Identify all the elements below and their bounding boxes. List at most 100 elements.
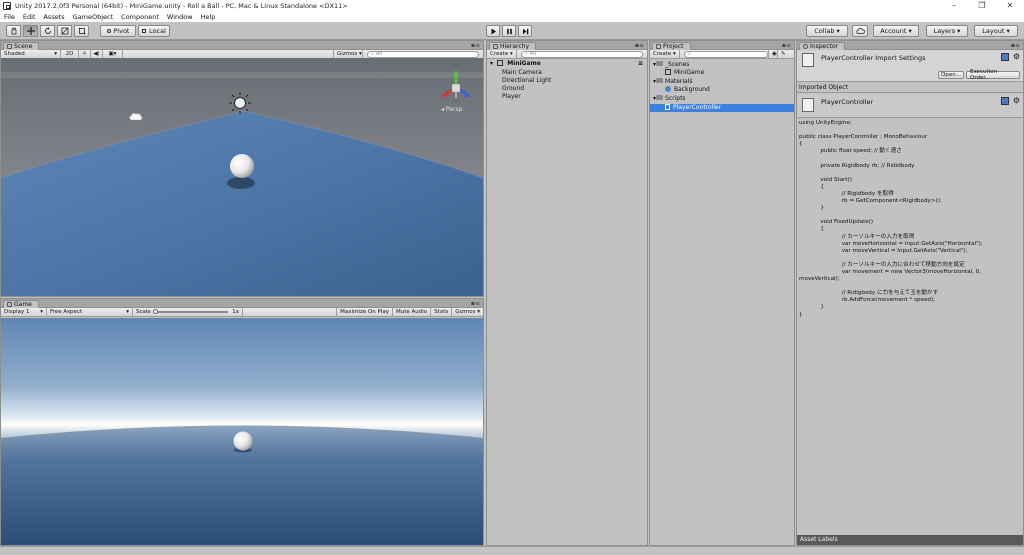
aspect-dropdown[interactable]: Free Aspect ▾	[47, 308, 133, 316]
tab-game[interactable]: Game	[3, 300, 39, 308]
account-button[interactable]: Account ▾	[873, 25, 919, 37]
hierarchy-scene-row[interactable]: ▾ MiniGame ≡	[487, 59, 647, 68]
persp-label[interactable]: ◂ Persp	[441, 106, 462, 113]
maximize-on-play-toggle[interactable]: Maximize On Play	[336, 308, 394, 316]
effects-dropdown[interactable]: ▣▾	[103, 50, 123, 58]
menu-edit[interactable]: Edit	[23, 13, 36, 21]
minimize-button[interactable]: –	[940, 0, 968, 12]
project-item-label: Materials	[665, 78, 693, 85]
scene-menu-icon[interactable]: ≡	[638, 60, 643, 68]
tab-hierarchy[interactable]: Hierarchy	[489, 42, 537, 50]
scene-viewport[interactable]: ◂ Persp	[1, 58, 483, 296]
hierarchy-item[interactable]: Main Camera	[487, 69, 647, 77]
menu-component[interactable]: Component	[121, 13, 159, 21]
imported-object-label: Imported Object	[799, 84, 848, 91]
lighting-toggle[interactable]: ☼	[79, 50, 91, 58]
game-viewport[interactable]	[1, 318, 483, 545]
hierarchy-search-input[interactable]: ⌕ All	[521, 50, 643, 58]
filter-icon: ◉	[772, 51, 777, 57]
expand-arrow-icon[interactable]: ▾	[490, 60, 493, 67]
shading-mode-dropdown[interactable]: Shaded ▾	[1, 50, 61, 58]
pivot-toggle[interactable]: Pivot	[100, 25, 136, 37]
project-file-row[interactable]: MiniGame	[650, 68, 794, 77]
step-button[interactable]	[518, 25, 532, 37]
project-folder-row[interactable]: ▾ Materials	[650, 78, 794, 86]
settings-gear-icon[interactable]: ⚙	[1013, 96, 1020, 105]
pause-button[interactable]	[502, 25, 516, 37]
filter-type-button[interactable]: ◉	[768, 50, 778, 58]
project-file-row-selected[interactable]: PlayerController	[650, 103, 794, 112]
scene-search-input[interactable]: ⌕ All	[367, 50, 479, 58]
hierarchy-item-label: Ground	[502, 85, 525, 92]
execution-order-button[interactable]: Execution Order...	[966, 69, 1020, 81]
hierarchy-create-dropdown[interactable]: Create ▾	[487, 50, 517, 58]
local-label: Local	[149, 27, 166, 35]
project-folder-row[interactable]: ▾ _Scenes	[650, 61, 794, 69]
stats-toggle[interactable]: Stats	[431, 308, 453, 316]
settings-gear-icon[interactable]: ⚙	[1013, 52, 1020, 61]
layers-dropdown[interactable]: Layers ▾	[926, 25, 968, 37]
hierarchy-panel-menu-icon[interactable]: ▪≡	[635, 42, 644, 49]
display-dropdown[interactable]: Display 1 ▾	[1, 308, 47, 316]
step-icon	[522, 28, 528, 34]
play-icon	[491, 28, 496, 34]
scene-gizmos-dropdown[interactable]: Gizmos ▾	[333, 50, 363, 58]
scale-slider-handle[interactable]	[152, 309, 158, 314]
move-tool-button[interactable]	[23, 25, 38, 37]
help-icon[interactable]	[1001, 53, 1009, 61]
menu-file[interactable]: File	[4, 13, 15, 21]
cloud-button[interactable]	[852, 25, 868, 37]
filter-label-button[interactable]: ✎	[778, 50, 788, 58]
menu-gameobject[interactable]: GameObject	[73, 13, 114, 21]
game-gizmos-dropdown[interactable]: Gizmos ▾	[452, 308, 483, 316]
2d-toggle[interactable]: 2D	[61, 50, 79, 58]
menu-bar: File Edit Assets GameObject Component Wi…	[0, 12, 1024, 22]
local-toggle[interactable]: Local	[138, 25, 170, 37]
audio-toggle[interactable]: ◀)	[91, 50, 103, 58]
material-icon	[665, 85, 671, 92]
hierarchy-item[interactable]: Player	[487, 93, 647, 101]
tab-project[interactable]: Project	[652, 42, 691, 50]
help-icon[interactable]	[1001, 97, 1009, 105]
collab-label: Collab ▾	[814, 27, 840, 35]
hierarchy-item-label: Main Camera	[502, 69, 542, 76]
tab-scene[interactable]: Scene	[3, 42, 40, 50]
inspector-tab-label: Inspector	[810, 43, 838, 50]
open-button[interactable]: Open...	[938, 71, 964, 79]
menu-help[interactable]: Help	[201, 13, 216, 21]
project-file-row[interactable]: Background	[650, 85, 794, 94]
collab-button[interactable]: Collab ▾	[806, 25, 848, 37]
scale-tool-button[interactable]	[57, 25, 72, 37]
stats-label: Stats	[434, 309, 449, 315]
rotate-tool-button[interactable]	[40, 25, 55, 37]
menu-assets[interactable]: Assets	[43, 13, 64, 21]
scale-slider[interactable]	[152, 309, 229, 314]
layout-dropdown[interactable]: Layout ▾	[974, 25, 1018, 37]
move-icon	[26, 27, 35, 35]
hierarchy-item-label: Player	[502, 93, 521, 100]
hand-tool-button[interactable]	[6, 25, 21, 37]
hierarchy-item-label: Directional Light	[502, 77, 552, 84]
menu-window[interactable]: Window	[167, 13, 193, 21]
hierarchy-item[interactable]: Ground	[487, 85, 647, 93]
inspector-panel-menu-icon[interactable]: ▪≡	[1011, 42, 1020, 49]
project-search-input[interactable]: ⌕	[684, 50, 768, 58]
close-button[interactable]: ✕	[996, 0, 1024, 12]
project-panel-menu-icon[interactable]: ▪≡	[782, 42, 791, 49]
project-folder-row[interactable]: ▾ Scripts	[650, 95, 794, 103]
scene-panel-menu-icon[interactable]: ▪≡	[471, 42, 480, 49]
scale-icon	[61, 27, 68, 35]
tab-inspector[interactable]: Inspector	[799, 42, 845, 50]
game-tab-icon	[7, 302, 12, 307]
main-toolbar: Pivot Local Collab ▾ Account ▾ Layers ▾ …	[0, 22, 1024, 40]
execution-order-label: Execution Order...	[970, 69, 997, 81]
project-tab-icon	[656, 44, 661, 49]
hierarchy-toolbar: Create ▾ ⌕ All	[487, 50, 647, 59]
play-button[interactable]	[486, 25, 500, 37]
hierarchy-item[interactable]: Directional Light	[487, 77, 647, 85]
game-panel-menu-icon[interactable]: ▪≡	[471, 300, 480, 307]
maximize-button[interactable]: ❐	[968, 0, 996, 12]
project-create-dropdown[interactable]: Create ▾	[650, 50, 680, 58]
mute-audio-toggle[interactable]: Mute Audio	[393, 308, 432, 316]
rect-tool-button[interactable]	[74, 25, 89, 37]
